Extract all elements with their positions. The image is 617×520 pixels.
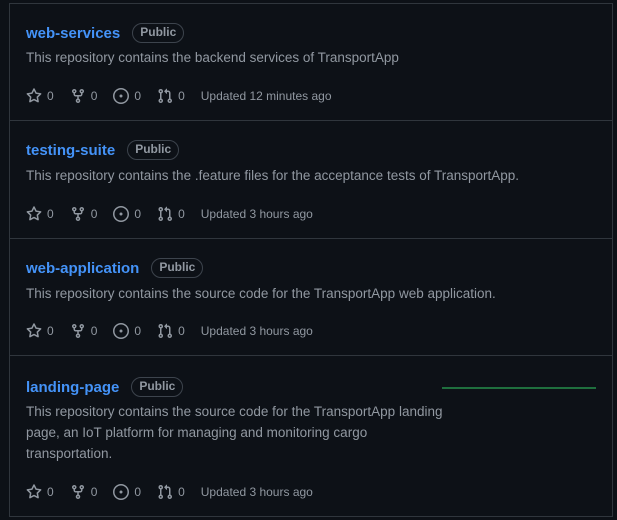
stars-count[interactable]: 0 (26, 323, 54, 339)
pull-requests-count[interactable]: 0 (157, 88, 185, 104)
repo-item: landing-page Public This repository cont… (10, 356, 612, 516)
pull-requests-count[interactable]: 0 (157, 484, 185, 500)
repo-name-link[interactable]: web-application (26, 260, 139, 277)
pull-request-icon (158, 206, 173, 222)
fork-icon (71, 89, 84, 104)
issue-opened-icon (113, 484, 130, 500)
repo-title-row: web-services Public (26, 23, 185, 43)
repo-meta: 0 0 0 0 Updated 3 hours ago (26, 206, 329, 222)
fork-icon (71, 324, 84, 339)
stars-value: 0 (47, 207, 54, 221)
pull-request-icon (158, 323, 173, 339)
repo-description: This repository contains the source code… (26, 404, 443, 461)
repo-item: web-services Public This repository cont… (10, 4, 612, 121)
pull-requests-count[interactable]: 0 (157, 206, 185, 222)
issue-opened-icon (113, 323, 130, 339)
issues-value: 0 (134, 89, 142, 103)
repo-title-row: landing-page Public (26, 377, 184, 397)
repository-list: web-services Public This repository cont… (9, 3, 613, 517)
visibility-badge: Public (131, 377, 184, 397)
visibility-badge: Public (132, 23, 185, 43)
stars-count[interactable]: 0 (26, 484, 54, 500)
stars-value: 0 (47, 89, 54, 103)
fork-icon (71, 485, 84, 500)
repo-item: web-application Public This repository c… (10, 239, 612, 356)
pull-requests-value: 0 (178, 207, 185, 221)
visibility-badge: Public (127, 140, 180, 160)
star-icon (26, 206, 42, 221)
pull-requests-count[interactable]: 0 (157, 323, 185, 339)
repo-title-row: testing-suite Public (26, 140, 180, 160)
stars-count[interactable]: 0 (26, 88, 54, 104)
repo-description: This repository contains the .feature fi… (26, 168, 520, 183)
visibility-badge: Public (151, 258, 204, 278)
stars-value: 0 (47, 324, 54, 338)
issues-count[interactable]: 0 (113, 206, 141, 222)
repo-name-link[interactable]: testing-suite (26, 142, 115, 159)
forks-count[interactable]: 0 (70, 206, 98, 222)
repo-title-row: web-application Public (26, 258, 204, 278)
stars-value: 0 (47, 485, 54, 499)
repo-description: This repository contains the backend ser… (26, 50, 399, 65)
repo-meta: 0 0 0 0 Updated 3 hours ago (26, 484, 329, 500)
issues-value: 0 (134, 485, 142, 499)
repo-meta: 0 0 0 0 Updated 12 minutes ago (26, 88, 348, 104)
issue-opened-icon (113, 206, 130, 222)
repo-name-link[interactable]: landing-page (26, 379, 119, 396)
repo-meta: 0 0 0 0 Updated 3 hours ago (26, 323, 329, 339)
updated-timestamp: Updated 3 hours ago (200, 485, 313, 499)
repo-name-link[interactable]: web-services (26, 25, 120, 42)
repo-description: This repository contains the source code… (26, 286, 496, 301)
forks-value: 0 (90, 207, 98, 221)
updated-timestamp: Updated 3 hours ago (200, 207, 313, 221)
star-icon (26, 323, 42, 338)
issues-count[interactable]: 0 (113, 88, 141, 104)
forks-value: 0 (90, 324, 98, 338)
issues-count[interactable]: 0 (113, 484, 141, 500)
issues-value: 0 (134, 207, 142, 221)
pull-request-icon (158, 88, 173, 104)
updated-timestamp: Updated 3 hours ago (200, 324, 313, 338)
stars-count[interactable]: 0 (26, 206, 54, 222)
issue-opened-icon (113, 88, 130, 104)
repo-item: testing-suite Public This repository con… (10, 121, 612, 239)
activity-sparkline (442, 387, 596, 389)
forks-count[interactable]: 0 (70, 323, 98, 339)
star-icon (26, 88, 42, 103)
issues-value: 0 (134, 324, 142, 338)
star-icon (26, 484, 42, 499)
fork-icon (71, 207, 84, 222)
issues-count[interactable]: 0 (113, 323, 141, 339)
forks-count[interactable]: 0 (70, 484, 98, 500)
forks-value: 0 (90, 485, 98, 499)
pull-requests-value: 0 (178, 324, 185, 338)
forks-value: 0 (90, 89, 98, 103)
updated-timestamp: Updated 12 minutes ago (200, 89, 332, 103)
forks-count[interactable]: 0 (70, 88, 98, 104)
pull-request-icon (158, 484, 173, 500)
pull-requests-value: 0 (178, 89, 185, 103)
pull-requests-value: 0 (178, 485, 185, 499)
